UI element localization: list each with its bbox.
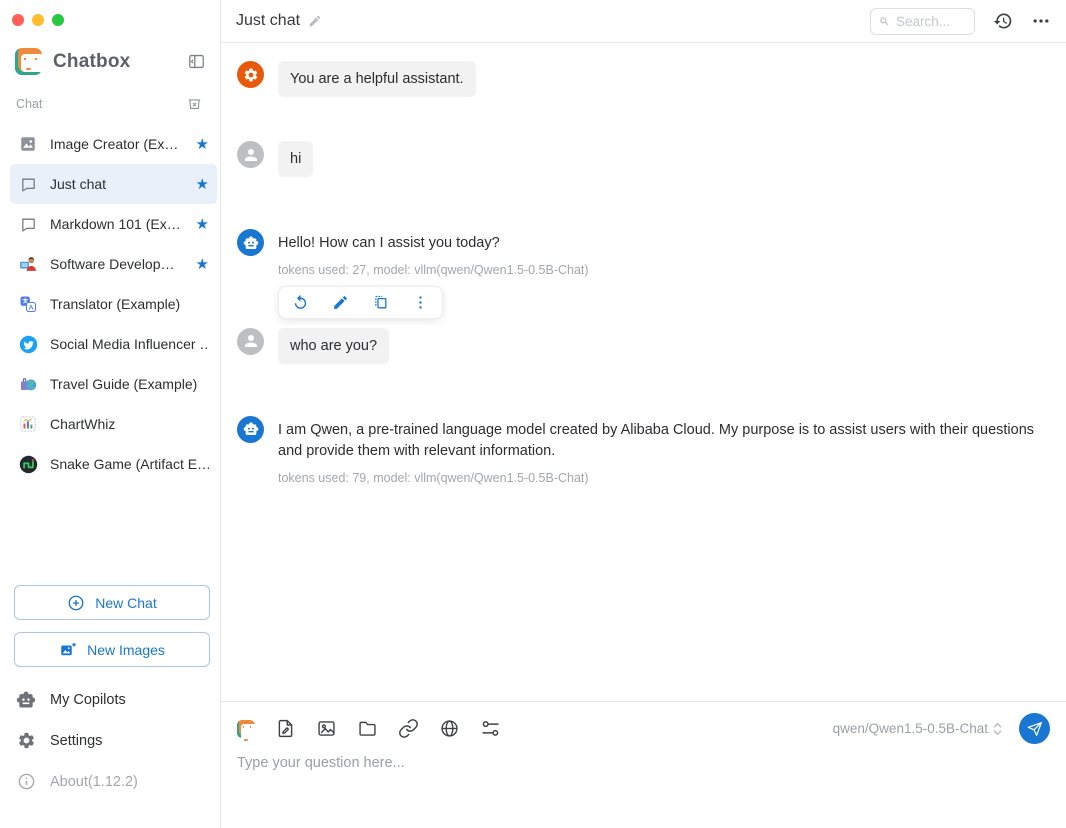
plus-circle-icon	[67, 594, 85, 612]
gear-icon	[16, 731, 36, 750]
star-icon[interactable]: ★	[190, 215, 209, 233]
sidebar-item-chartwhiz[interactable]: ChartWhiz	[10, 404, 217, 444]
token-usage-label: tokens used: 27, model: vllm(qwen/Qwen1.…	[278, 263, 589, 277]
chatbox-logo-icon[interactable]	[237, 720, 255, 738]
new-chat-button[interactable]: New Chat	[14, 585, 210, 620]
clear-conversations-icon[interactable]	[186, 95, 203, 112]
sidebar-item-translator[interactable]: A Translator (Example)	[10, 284, 217, 324]
message-text: I am Qwen, a pre-trained language model …	[278, 416, 1050, 463]
composer: qwen/Qwen1.5-0.5B-Chat	[221, 701, 1066, 828]
star-icon[interactable]: ★	[190, 175, 209, 193]
token-usage-label: tokens used: 79, model: vllm(qwen/Qwen1.…	[278, 471, 1050, 485]
window-controls	[0, 0, 220, 26]
minimize-window-button[interactable]	[32, 14, 44, 26]
sidebar-item-software-developer[interactable]: Software Develop… ★	[10, 244, 217, 284]
more-vertical-icon[interactable]	[412, 294, 429, 311]
folder-icon[interactable]	[357, 718, 378, 739]
link-icon[interactable]	[398, 718, 419, 739]
chat-bubble-icon	[18, 214, 38, 234]
copy-icon[interactable]	[372, 294, 389, 311]
person-icon	[242, 332, 260, 350]
system-message: You are a helpful assistant.	[237, 61, 1050, 97]
image-creator-icon	[18, 134, 38, 154]
main-panel: Just chat	[221, 0, 1066, 828]
system-avatar	[237, 61, 264, 88]
globe-icon[interactable]	[439, 718, 460, 739]
sidebar-item-image-creator[interactable]: Image Creator (Ex… ★	[10, 124, 217, 164]
conversation-list: Image Creator (Ex… ★ Just chat ★ Markdow…	[0, 120, 220, 484]
robot-icon	[16, 690, 36, 710]
edit-title-icon[interactable]	[308, 14, 322, 28]
chat-section-label: Chat	[16, 97, 42, 111]
travel-globe-icon	[18, 374, 38, 394]
sidebar: Chatbox Chat Image Creator (Ex…	[0, 0, 221, 828]
image-icon[interactable]	[316, 718, 337, 739]
settings-button[interactable]: Settings	[0, 720, 220, 761]
star-icon[interactable]: ★	[190, 135, 209, 153]
page-title: Just chat	[236, 12, 300, 30]
sidebar-item-markdown-101[interactable]: Markdown 101 (Ex… ★	[10, 204, 217, 244]
svg-text:A: A	[29, 305, 34, 312]
chatbox-window: Chatbox Chat Image Creator (Ex…	[0, 0, 1066, 828]
user-message: who are you?	[237, 328, 1050, 364]
zoom-window-button[interactable]	[52, 14, 64, 26]
sidebar-item-social-media-influencer[interactable]: Social Media Influencer …	[10, 324, 217, 364]
message-list: You are a helpful assistant. hi Hello! H…	[221, 43, 1066, 701]
translator-icon: A	[18, 294, 38, 314]
model-name: qwen/Qwen1.5-0.5B-Chat	[833, 721, 988, 736]
more-options-icon[interactable]	[1031, 11, 1051, 31]
header: Just chat	[221, 0, 1066, 43]
model-select-arrows-icon	[992, 721, 1003, 737]
sidebar-item-just-chat[interactable]: Just chat ★	[10, 164, 217, 204]
snake-game-icon	[18, 454, 38, 474]
user-avatar	[237, 141, 264, 168]
chatbox-logo-icon	[15, 48, 42, 75]
star-icon[interactable]: ★	[190, 255, 209, 273]
assistant-avatar	[237, 229, 264, 256]
regenerate-icon[interactable]	[292, 294, 309, 311]
my-copilots-button[interactable]: My Copilots	[0, 679, 220, 720]
search-icon	[879, 14, 890, 29]
model-selector[interactable]: qwen/Qwen1.5-0.5B-Chat	[833, 721, 1003, 737]
technologist-icon	[18, 254, 38, 274]
person-icon	[242, 146, 260, 164]
robot-icon	[243, 421, 259, 437]
sidebar-item-travel-guide[interactable]: Travel Guide (Example)	[10, 364, 217, 404]
new-images-button[interactable]: New Images	[14, 632, 210, 667]
close-window-button[interactable]	[12, 14, 24, 26]
history-icon[interactable]	[993, 11, 1013, 31]
search-input[interactable]	[896, 14, 966, 29]
search-box[interactable]	[870, 8, 975, 35]
user-avatar	[237, 328, 264, 355]
message-bubble: You are a helpful assistant.	[278, 61, 476, 97]
send-icon	[1027, 721, 1043, 737]
message-bubble: who are you?	[278, 328, 389, 364]
message-toolbar	[278, 286, 443, 319]
message-input[interactable]	[237, 755, 1050, 811]
assistant-message: I am Qwen, a pre-trained language model …	[237, 416, 1050, 485]
robot-icon	[243, 235, 259, 251]
chat-bubble-icon	[18, 174, 38, 194]
sidebar-item-snake-game[interactable]: Snake Game (Artifact E…	[10, 444, 217, 484]
sliders-icon[interactable]	[480, 718, 501, 739]
gear-icon	[243, 67, 259, 83]
document-edit-icon[interactable]	[275, 718, 296, 739]
twitter-icon	[18, 334, 38, 354]
info-icon	[16, 772, 36, 791]
send-button[interactable]	[1019, 713, 1050, 744]
app-title: Chatbox	[53, 51, 130, 73]
user-message: hi	[237, 141, 1050, 177]
edit-icon[interactable]	[332, 294, 349, 311]
message-text: Hello! How can I assist you today?	[278, 229, 589, 254]
about-button[interactable]: About(1.12.2)	[0, 761, 220, 802]
assistant-message: Hello! How can I assist you today? token…	[237, 229, 1050, 318]
collapse-sidebar-icon[interactable]	[187, 52, 206, 71]
image-plus-icon	[59, 641, 77, 659]
chart-icon	[18, 414, 38, 434]
message-bubble: hi	[278, 141, 313, 177]
assistant-avatar	[237, 416, 264, 443]
